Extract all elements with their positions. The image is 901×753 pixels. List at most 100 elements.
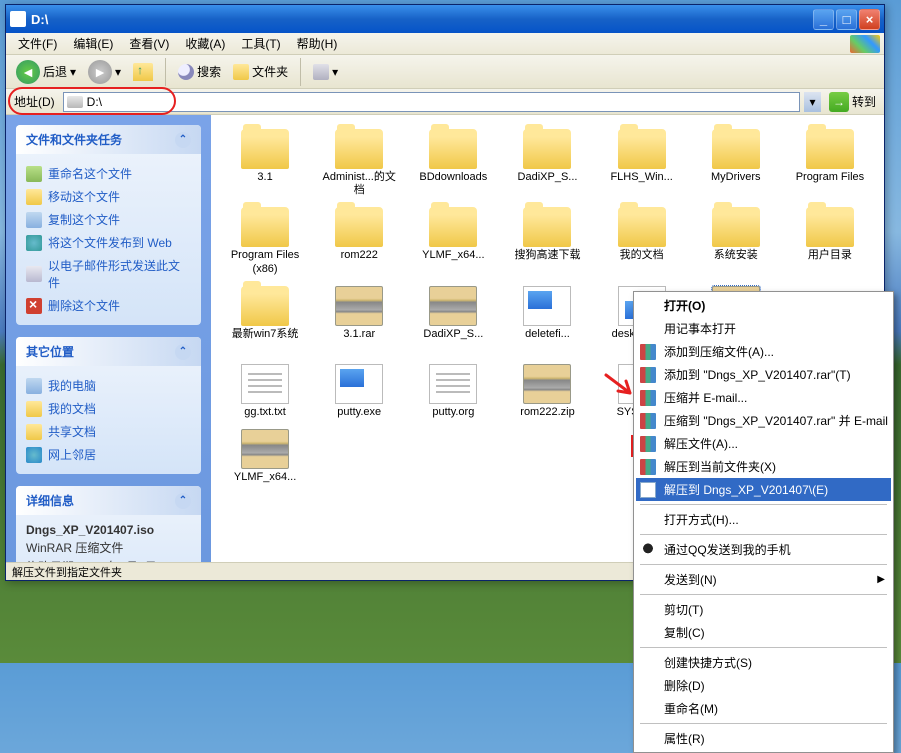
file-item[interactable]: 系统安装	[692, 205, 780, 277]
file-item[interactable]: 3.1	[221, 127, 309, 199]
menu-view[interactable]: 查看(V)	[121, 33, 177, 54]
tasks-panel-header[interactable]: 文件和文件夹任务 ⌃	[16, 125, 201, 154]
submenu-arrow-icon: ▶	[877, 574, 885, 585]
ctx-add-archive[interactable]: 添加到压缩文件(A)...	[636, 340, 891, 363]
file-item[interactable]: 搜狗高速下载	[503, 205, 591, 277]
page-icon	[640, 482, 656, 498]
txt-icon	[241, 364, 289, 404]
file-item[interactable]: DadiXP_S...	[503, 127, 591, 199]
close-button[interactable]: ×	[859, 9, 880, 30]
ctx-extract-here[interactable]: 解压到当前文件夹(X)	[636, 455, 891, 478]
ctx-extract-files[interactable]: 解压文件(A)...	[636, 432, 891, 455]
file-label: gg.txt.txt	[244, 406, 286, 419]
task-link[interactable]: 以电子邮件形式发送此文件	[26, 254, 191, 294]
forward-button[interactable]: ► ▾	[84, 58, 125, 86]
rar-icon	[640, 459, 656, 475]
tasks-panel: 文件和文件夹任务 ⌃ 重命名这个文件移动这个文件复制这个文件将这个文件发布到 W…	[16, 125, 201, 325]
minimize-button[interactable]: _	[813, 9, 834, 30]
address-input-wrap[interactable]	[63, 92, 800, 112]
menu-favorites[interactable]: 收藏(A)	[177, 33, 233, 54]
folder-icon	[523, 207, 571, 247]
file-item[interactable]: MyDrivers	[692, 127, 780, 199]
file-item[interactable]: FLHS_Win...	[598, 127, 686, 199]
go-icon: →	[829, 92, 849, 112]
file-item[interactable]: Program Files	[786, 127, 874, 199]
rar-icon	[241, 429, 289, 469]
file-item[interactable]: 我的文档	[598, 205, 686, 277]
ctx-compress-email[interactable]: 压缩并 E-mail...	[636, 386, 891, 409]
file-label: DadiXP_S...	[423, 328, 483, 341]
folder-icon	[523, 129, 571, 169]
file-item[interactable]: YLMF_x64...	[409, 205, 497, 277]
folder-icon	[806, 129, 854, 169]
titlebar[interactable]: D:\ _ □ ×	[6, 5, 884, 33]
task-link[interactable]: 删除这个文件	[26, 294, 191, 317]
menu-file[interactable]: 文件(F)	[10, 33, 65, 54]
address-input[interactable]	[87, 95, 796, 109]
ctx-send-to[interactable]: 发送到(N)▶	[636, 568, 891, 591]
file-label: 3.1	[257, 171, 272, 184]
search-button[interactable]: 搜索	[174, 61, 225, 82]
place-link[interactable]: 共享文档	[26, 420, 191, 443]
file-item[interactable]: Program Files (x86)	[221, 205, 309, 277]
file-item[interactable]: putty.exe	[315, 362, 403, 421]
file-item[interactable]: 用户目录	[786, 205, 874, 277]
menu-tools[interactable]: 工具(T)	[233, 33, 288, 54]
file-item[interactable]: deletefi...	[503, 284, 591, 356]
ctx-open[interactable]: 打开(O)	[636, 294, 891, 317]
file-item[interactable]: Administ...的文档	[315, 127, 403, 199]
rar-icon	[640, 390, 656, 406]
menu-edit[interactable]: 编辑(E)	[65, 33, 121, 54]
ctx-notepad[interactable]: 用记事本打开	[636, 317, 891, 340]
ctx-compress-to-email[interactable]: 压缩到 "Dngs_XP_V201407.rar" 并 E-mail	[636, 409, 891, 432]
file-item[interactable]: rom222	[315, 205, 403, 277]
move-icon	[26, 189, 42, 205]
menu-help[interactable]: 帮助(H)	[289, 33, 346, 54]
file-item[interactable]: gg.txt.txt	[221, 362, 309, 421]
file-item[interactable]: putty.org	[409, 362, 497, 421]
details-panel-header[interactable]: 详细信息 ⌃	[16, 486, 201, 515]
place-link[interactable]: 我的电脑	[26, 374, 191, 397]
places-panel-header[interactable]: 其它位置 ⌃	[16, 337, 201, 366]
task-link[interactable]: 将这个文件发布到 Web	[26, 231, 191, 254]
ctx-rename[interactable]: 重命名(M)	[636, 697, 891, 720]
share-icon	[26, 424, 42, 440]
ctx-open-with[interactable]: 打开方式(H)...	[636, 508, 891, 531]
file-label: Program Files	[796, 171, 864, 184]
ctx-properties[interactable]: 属性(R)	[636, 727, 891, 750]
up-icon	[133, 63, 153, 81]
ctx-qq-send[interactable]: 通过QQ发送到我的手机	[636, 538, 891, 561]
ctx-delete[interactable]: 删除(D)	[636, 674, 891, 697]
address-dropdown[interactable]: ▾	[804, 92, 821, 112]
ctx-cut[interactable]: 剪切(T)	[636, 598, 891, 621]
folder-icon	[429, 207, 477, 247]
place-link[interactable]: 我的文档	[26, 397, 191, 420]
delete-icon	[26, 298, 42, 314]
maximize-button[interactable]: □	[836, 9, 857, 30]
up-button[interactable]	[129, 61, 157, 83]
file-item[interactable]: rom222.zip	[503, 362, 591, 421]
sidebar: 文件和文件夹任务 ⌃ 重命名这个文件移动这个文件复制这个文件将这个文件发布到 W…	[6, 115, 211, 562]
back-button[interactable]: ◄ 后退 ▾	[12, 58, 80, 86]
ctx-add-to-rar[interactable]: 添加到 "Dngs_XP_V201407.rar"(T)	[636, 363, 891, 386]
folders-button[interactable]: 文件夹	[229, 61, 292, 82]
addressbar: 地址(D) ▾ → 转到	[6, 89, 884, 115]
go-button[interactable]: → 转到	[825, 92, 880, 112]
ctx-extract-to[interactable]: 解压到 Dngs_XP_V201407\(E)	[636, 478, 891, 501]
task-link[interactable]: 复制这个文件	[26, 208, 191, 231]
rar-icon	[429, 286, 477, 326]
file-label: putty.exe	[337, 406, 381, 419]
file-item[interactable]: DadiXP_S...	[409, 284, 497, 356]
file-label: FLHS_Win...	[610, 171, 672, 184]
place-link[interactable]: 网上邻居	[26, 443, 191, 466]
file-item[interactable]: 最新win7系统	[221, 284, 309, 356]
views-icon	[313, 64, 329, 80]
file-item[interactable]: YLMF_x64...	[221, 427, 309, 486]
views-button[interactable]: ▾	[309, 62, 342, 82]
ctx-copy[interactable]: 复制(C)	[636, 621, 891, 644]
task-link[interactable]: 重命名这个文件	[26, 162, 191, 185]
separator	[300, 58, 301, 86]
file-item[interactable]: 3.1.rar	[315, 284, 403, 356]
file-item[interactable]: BDdownloads	[409, 127, 497, 199]
task-link[interactable]: 移动这个文件	[26, 185, 191, 208]
